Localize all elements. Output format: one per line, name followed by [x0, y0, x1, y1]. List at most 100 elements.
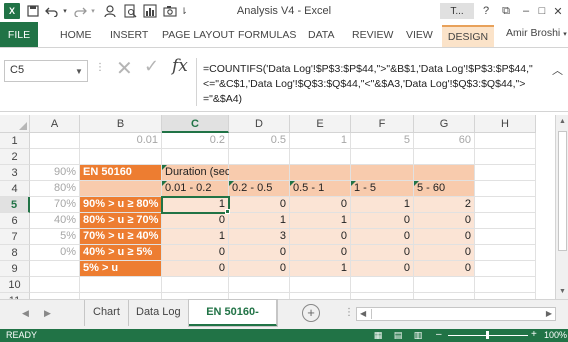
- t-badge[interactable]: T...: [440, 3, 474, 19]
- cell-b7[interactable]: 70% > u ≥ 40%: [80, 229, 162, 245]
- cell-f4[interactable]: 1 - 5: [351, 181, 414, 197]
- zoom-out-icon[interactable]: –: [436, 329, 442, 340]
- column-header-b[interactable]: B: [80, 115, 162, 133]
- cell-g6[interactable]: 0: [414, 213, 475, 229]
- cell-g8[interactable]: 0: [414, 245, 475, 261]
- cell-b2[interactable]: [80, 149, 162, 165]
- horizontal-scroll-thumb[interactable]: [371, 309, 541, 319]
- cell-e6[interactable]: 1: [290, 213, 351, 229]
- undo-icon[interactable]: [44, 3, 60, 19]
- cell-f5[interactable]: 1: [351, 197, 414, 213]
- select-all-button[interactable]: [0, 115, 30, 133]
- cell-g9[interactable]: 0: [414, 261, 475, 277]
- column-header-d[interactable]: D: [229, 115, 290, 133]
- tab-split-grip-icon[interactable]: ⋮: [344, 307, 354, 318]
- cell-a1[interactable]: [30, 133, 80, 149]
- page-layout-view-icon[interactable]: ▤: [392, 330, 404, 340]
- insert-function-icon[interactable]: fx: [172, 56, 188, 76]
- cell-c9[interactable]: 0: [162, 261, 229, 277]
- tab-review[interactable]: REVIEW: [350, 27, 395, 43]
- cell-d8[interactable]: 0: [229, 245, 290, 261]
- cell-d2[interactable]: [229, 149, 290, 165]
- cell-g2[interactable]: [414, 149, 475, 165]
- formula-input[interactable]: =COUNTIFS('Data Log'!$P$3:$P$44,">"&B$1,…: [196, 58, 544, 106]
- cell-d7[interactable]: 3: [229, 229, 290, 245]
- horizontal-scrollbar[interactable]: ◀ ▶: [356, 307, 556, 321]
- cell-a3[interactable]: 90%: [30, 165, 80, 181]
- cell-h8[interactable]: [475, 245, 536, 261]
- row-header-5[interactable]: 5: [0, 197, 30, 213]
- cell-c5[interactable]: 1: [161, 196, 230, 214]
- tab-formulas[interactable]: FORMULAS: [236, 27, 298, 43]
- tab-data[interactable]: DATA: [306, 27, 336, 43]
- cell-d3[interactable]: [229, 165, 290, 181]
- cell-c2[interactable]: [162, 149, 229, 165]
- cell-c6[interactable]: 0: [162, 213, 229, 229]
- sheet-tab-en-50160-2010[interactable]: EN 50160-2010: [189, 300, 277, 342]
- cell-g4[interactable]: 5 - 60: [414, 181, 475, 197]
- row-header-1[interactable]: 1: [0, 133, 30, 149]
- row-header-3[interactable]: 3: [0, 165, 30, 181]
- enter-icon[interactable]: ✓: [144, 56, 159, 77]
- cell-h4[interactable]: [475, 181, 536, 197]
- cell-g1[interactable]: 60: [414, 133, 475, 149]
- cell-a10[interactable]: [30, 277, 80, 293]
- cell-f9[interactable]: 0: [351, 261, 414, 277]
- column-header-c[interactable]: C: [162, 115, 229, 133]
- scroll-up-icon[interactable]: ▲: [556, 115, 568, 129]
- print-preview-icon[interactable]: [122, 3, 138, 19]
- cell-f8[interactable]: 0: [351, 245, 414, 261]
- row-header-7[interactable]: 7: [0, 229, 30, 245]
- cell-h9[interactable]: [475, 261, 536, 277]
- cell-f2[interactable]: [351, 149, 414, 165]
- cell-a4[interactable]: 80%: [30, 181, 80, 197]
- cell-e9[interactable]: 1: [290, 261, 351, 277]
- cell-h7[interactable]: [475, 229, 536, 245]
- cell-h2[interactable]: [475, 149, 536, 165]
- cell-e5[interactable]: 0: [290, 197, 351, 213]
- cell-a5[interactable]: 70%: [30, 197, 80, 213]
- cell-e2[interactable]: [290, 149, 351, 165]
- cell-f1[interactable]: 5: [351, 133, 414, 149]
- zoom-slider-thumb[interactable]: [486, 331, 489, 339]
- scroll-right-icon[interactable]: ▶: [546, 308, 552, 320]
- cancel-icon[interactable]: ✕: [116, 56, 133, 81]
- row-header-6[interactable]: 6: [0, 213, 30, 229]
- cell-e3[interactable]: [290, 165, 351, 181]
- scroll-down-icon[interactable]: ▼: [556, 285, 568, 299]
- cell-c10[interactable]: [162, 277, 229, 293]
- new-sheet-icon[interactable]: +: [302, 304, 320, 322]
- tab-design[interactable]: DESIGN: [442, 25, 494, 47]
- cell-d1[interactable]: 0.5: [229, 133, 290, 149]
- cell-f3[interactable]: [351, 165, 414, 181]
- cell-c8[interactable]: 0: [162, 245, 229, 261]
- cell-d4[interactable]: 0.2 - 0.5: [229, 181, 290, 197]
- cell-d6[interactable]: 1: [229, 213, 290, 229]
- cell-b1[interactable]: 0.01: [80, 133, 162, 149]
- cell-f7[interactable]: 0: [351, 229, 414, 245]
- cell-a2[interactable]: [30, 149, 80, 165]
- sheet-tab-chart[interactable]: Chart: [84, 300, 129, 326]
- vertical-scroll-thumb[interactable]: [558, 131, 567, 251]
- cell-c4[interactable]: 0.01 - 0.2: [162, 181, 229, 197]
- column-header-e[interactable]: E: [290, 115, 351, 133]
- vertical-scrollbar[interactable]: ▲ ▼: [555, 115, 568, 299]
- column-header-f[interactable]: F: [351, 115, 414, 133]
- row-header-10[interactable]: 10: [0, 277, 30, 293]
- worksheet-grid[interactable]: A B C D E F G H 1 0.01 0.2 0.5 1 5 60 2 3 90% EN 50160 Dura…: [0, 115, 568, 299]
- zoom-in-icon[interactable]: +: [531, 329, 537, 340]
- tab-insert[interactable]: INSERT: [108, 27, 150, 43]
- chart-icon[interactable]: [142, 3, 158, 19]
- cell-a9[interactable]: [30, 261, 80, 277]
- tab-view[interactable]: VIEW: [404, 27, 435, 43]
- cell-b10[interactable]: [80, 277, 162, 293]
- redo-dropdown-icon[interactable]: ▾: [90, 3, 96, 19]
- name-box-dropdown-icon[interactable]: ▼: [70, 60, 88, 82]
- cell-h1[interactable]: [475, 133, 536, 149]
- cell-f6[interactable]: 0: [351, 213, 414, 229]
- zoom-level[interactable]: 100%: [544, 330, 567, 340]
- excel-logo-icon[interactable]: X: [4, 3, 20, 19]
- cell-c3[interactable]: Duration (sec): [162, 165, 234, 181]
- ribbon-display-icon[interactable]: ⧉: [496, 2, 516, 20]
- customize-toolbar-icon[interactable]: ⇂: [180, 3, 188, 19]
